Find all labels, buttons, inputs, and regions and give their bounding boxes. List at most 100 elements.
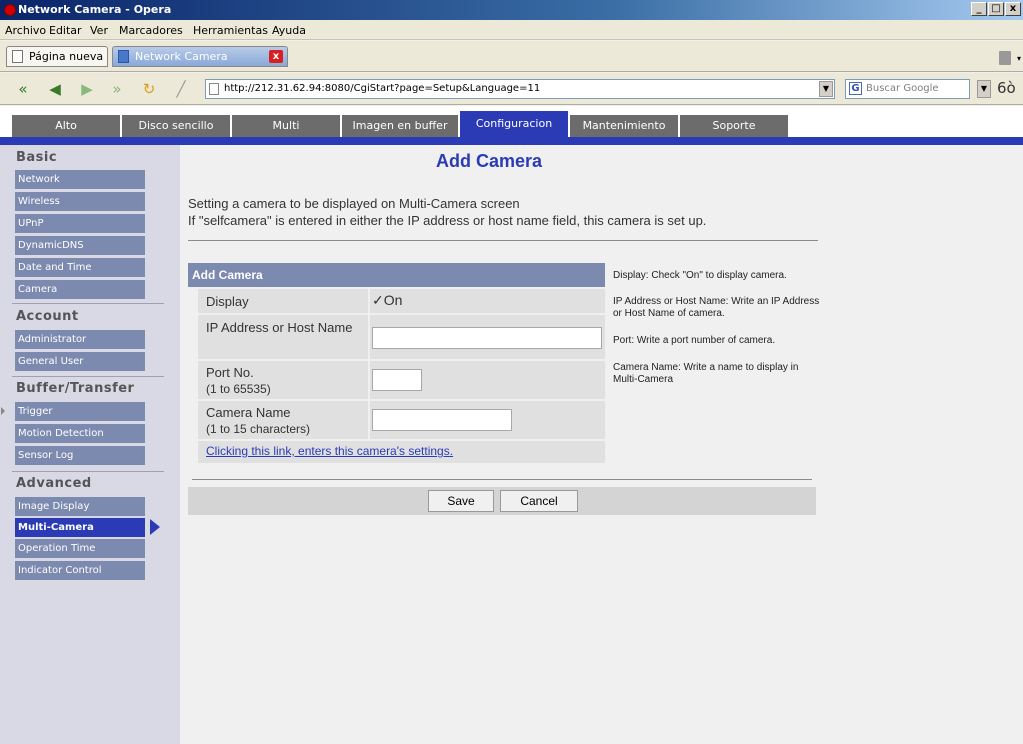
nav-tab-mantenimiento[interactable]: Mantenimiento <box>570 115 679 137</box>
fast-forward-icon[interactable]: » <box>108 80 126 98</box>
intro-line-1: Setting a camera to be displayed on Mult… <box>188 196 520 211</box>
display-cell: ✓On <box>368 289 402 313</box>
form-header: Add Camera <box>188 263 605 287</box>
nav-tab-imagen-en-buffer[interactable]: Imagen en buffer <box>342 115 459 137</box>
page-icon <box>12 50 23 63</box>
sidebar-item-dynamicdns[interactable]: DynamicDNS <box>15 236 145 255</box>
sidebar-item-sensor-log[interactable]: Sensor Log <box>15 446 145 465</box>
search-placeholder: Buscar Google <box>866 83 939 94</box>
close-window-button[interactable]: x <box>1005 2 1021 16</box>
sidebar-item-administrator[interactable]: Administrator <box>15 330 145 349</box>
menu-ayuda[interactable]: Ayuda <box>272 24 306 37</box>
button-bar: Save Cancel <box>188 487 816 515</box>
address-url: http://212.31.62.94:8080/CgiStart?page=S… <box>224 83 541 94</box>
sidebar-item-image-display[interactable]: Image Display <box>15 497 145 516</box>
maximize-button[interactable]: □ <box>988 2 1004 16</box>
section-divider <box>12 376 164 377</box>
help-port: Port: Write a port number of camera. <box>613 335 776 346</box>
reload-icon[interactable]: ↻ <box>140 80 158 98</box>
address-input[interactable]: http://212.31.62.94:8080/CgiStart?page=S… <box>205 79 835 99</box>
tab-new-page[interactable]: Página nueva <box>6 46 108 67</box>
menu-marcadores[interactable]: Marcadores <box>119 24 183 37</box>
nav-tab-alto[interactable]: Alto <box>12 115 121 137</box>
camera-name-hint: (1 to 15 characters) <box>206 422 311 436</box>
section-buffer-transfer: Buffer/Transfer <box>16 381 135 396</box>
menu-bar: Archivo Editar Ver Marcadores Herramient… <box>0 20 1023 40</box>
trash-icon[interactable] <box>999 51 1011 65</box>
sidebar-item-network[interactable]: Network <box>15 170 145 189</box>
tab-network-camera[interactable]: Network Camera x <box>112 46 288 67</box>
tab-network-camera-label: Network Camera <box>135 50 228 63</box>
trash-dropdown-icon[interactable]: ▾ <box>1017 54 1021 63</box>
camera-name-cell <box>368 401 512 439</box>
display-checkbox[interactable]: ✓On <box>372 292 402 309</box>
intro-text: Setting a camera to be displayed on Mult… <box>188 195 706 229</box>
sidebar-item-operation-time[interactable]: Operation Time <box>15 539 145 558</box>
menu-editar[interactable]: Editar <box>49 24 82 37</box>
sidebar-item-motion-detection[interactable]: Motion Detection <box>15 424 145 443</box>
page-title: Add Camera <box>436 151 543 171</box>
search-input[interactable]: G Buscar Google <box>845 79 970 99</box>
sidebar-item-trigger[interactable]: Trigger <box>15 402 145 421</box>
camera-name-input[interactable] <box>372 409 512 431</box>
sidebar-item-multi-camera[interactable]: Multi-Camera <box>15 518 145 537</box>
sidebar-item-indicator-control[interactable]: Indicator Control <box>15 561 145 580</box>
page-icon <box>118 50 129 63</box>
ip-address-input[interactable] <box>372 327 602 349</box>
form-row-link: Clicking this link, enters this camera's… <box>198 439 605 463</box>
info-panel-icon[interactable]: 6ò <box>997 79 1016 97</box>
close-tab-icon[interactable]: x <box>269 50 283 63</box>
search-dropdown-icon[interactable]: ▼ <box>977 80 991 98</box>
minimize-button[interactable]: _ <box>971 2 987 16</box>
opera-logo-icon <box>4 4 16 16</box>
ip-cell <box>368 315 602 359</box>
window-title-bar: Network Camera - Opera _ □ x <box>0 0 1023 20</box>
help-camera-name: Camera Name: Write a name to display in … <box>613 362 799 385</box>
tab-new-page-label: Página nueva <box>29 50 104 63</box>
address-dropdown-icon[interactable]: ▼ <box>819 81 833 97</box>
sidebar-item-camera[interactable]: Camera <box>15 280 145 299</box>
intro-line-2: If "selfcamera" is entered in either the… <box>188 213 707 228</box>
menu-ver[interactable]: Ver <box>90 24 108 37</box>
display-label: Display <box>206 294 249 309</box>
sidebar-item-general-user[interactable]: General User <box>15 352 145 371</box>
nav-tab-configuracion[interactable]: Configuracion <box>460 111 569 137</box>
tab-bar: Página nueva Network Camera x ▾ <box>0 41 1023 72</box>
form-row-port: Port No. (1 to 65535) <box>198 359 605 399</box>
port-label-text: Port No. <box>206 365 254 380</box>
expand-marker-icon <box>1 407 5 415</box>
sidebar-item-wireless[interactable]: Wireless <box>15 192 145 211</box>
page-icon <box>209 83 219 95</box>
form-row-display: Display ✓On <box>198 287 605 313</box>
section-account: Account <box>16 309 79 324</box>
port-label: Port No. (1 to 65535) <box>206 365 271 397</box>
nav-tab-soporte[interactable]: Soporte <box>680 115 789 137</box>
camera-settings-link[interactable]: Clicking this link, enters this camera's… <box>206 444 453 458</box>
forward-icon[interactable]: ▶ <box>78 80 96 98</box>
port-hint: (1 to 65535) <box>206 382 271 396</box>
window-title: Network Camera - Opera <box>18 3 172 16</box>
cancel-button[interactable]: Cancel <box>500 490 578 512</box>
sidebar-item-upnp[interactable]: UPnP <box>15 214 145 233</box>
rewind-icon[interactable]: « <box>14 80 32 98</box>
nav-band <box>0 137 1023 145</box>
edit-icon[interactable]: ╱ <box>172 80 190 98</box>
window-controls: _ □ x <box>971 2 1021 16</box>
google-icon: G <box>849 82 862 95</box>
save-button[interactable]: Save <box>428 490 494 512</box>
section-divider <box>12 303 164 304</box>
ip-label: IP Address or Host Name <box>206 320 353 335</box>
sidebar-item-date-and-time[interactable]: Date and Time <box>15 258 145 277</box>
section-basic: Basic <box>16 150 58 165</box>
settings-sidebar: Basic Network Wireless UPnP DynamicDNS D… <box>0 145 180 744</box>
divider <box>188 240 818 241</box>
camera-name-label-text: Camera Name <box>206 405 291 420</box>
nav-tab-multi[interactable]: Multi <box>232 115 341 137</box>
menu-herramientas[interactable]: Herramientas <box>193 24 268 37</box>
form-row-ip: IP Address or Host Name <box>198 313 605 359</box>
menu-archivo[interactable]: Archivo <box>5 24 46 37</box>
port-input[interactable] <box>372 369 422 391</box>
active-item-arrow-icon <box>150 519 160 535</box>
back-icon[interactable]: ◀ <box>46 80 64 98</box>
nav-tab-disco-sencillo[interactable]: Disco sencillo <box>122 115 231 137</box>
